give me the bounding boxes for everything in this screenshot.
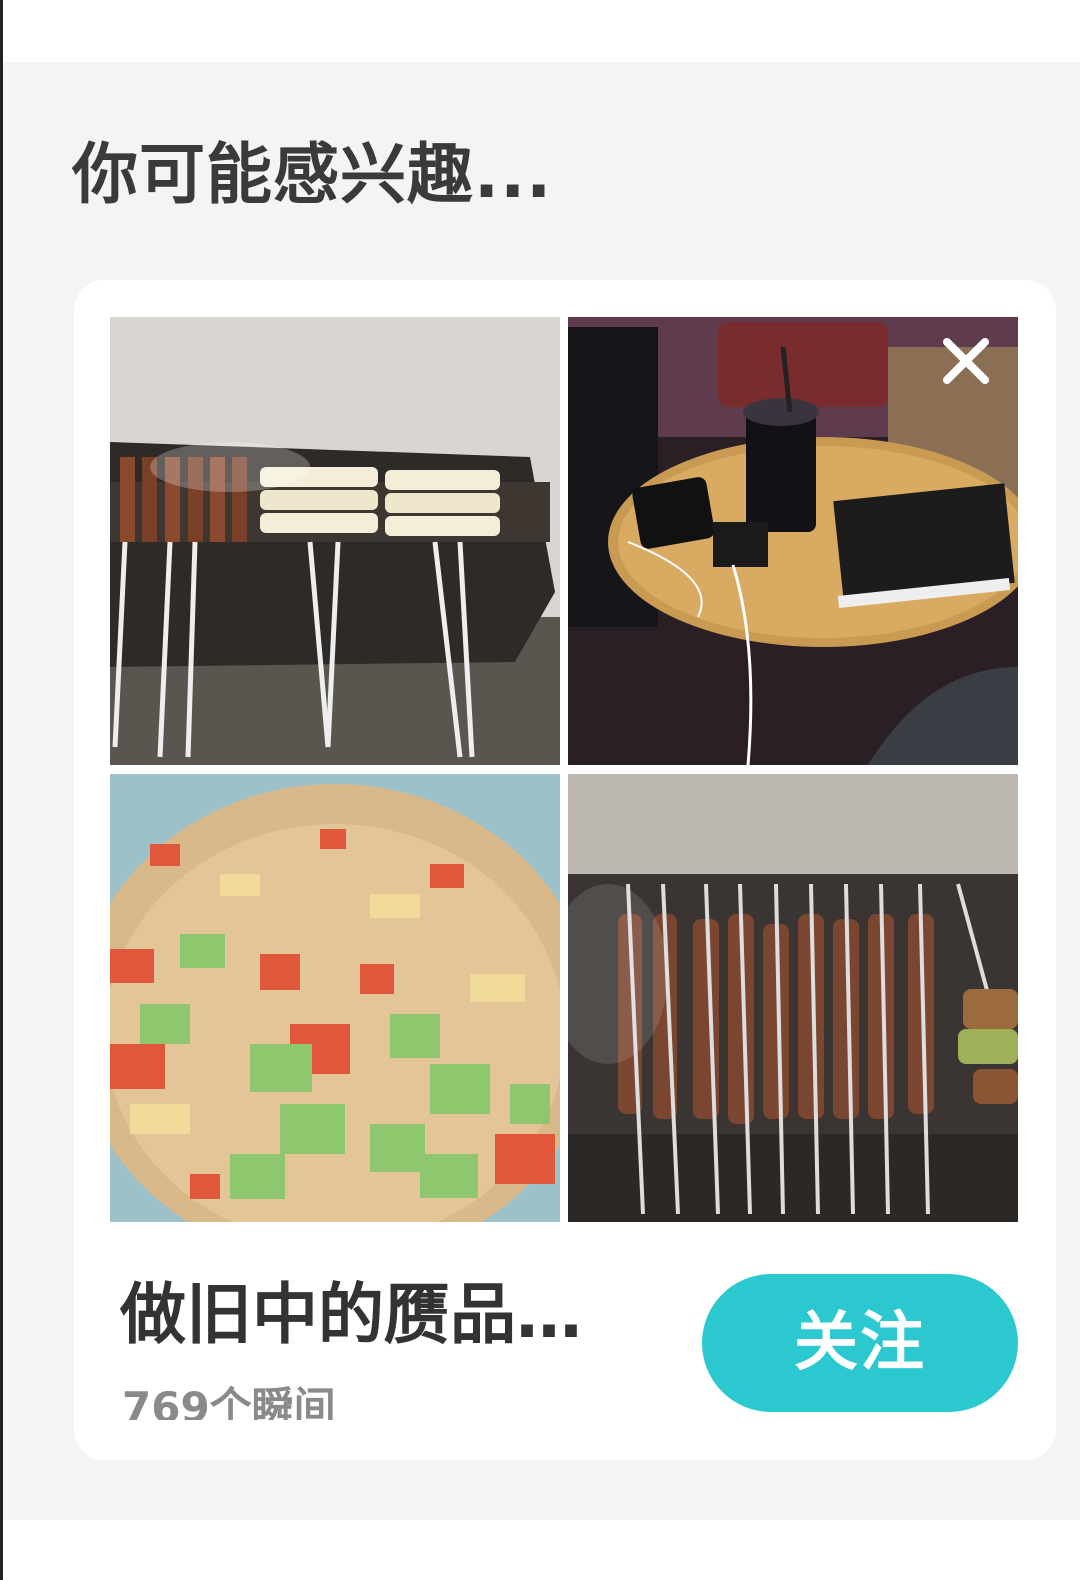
top-strip	[0, 0, 1080, 62]
bbq-skewers-rice-cakes-photo	[110, 317, 560, 765]
section-title: 你可能感兴趣...	[72, 136, 553, 213]
lamb-skewers-grill-photo	[568, 774, 1018, 1222]
close-icon[interactable]	[935, 330, 997, 392]
follow-button[interactable]: 关注	[702, 1274, 1018, 1412]
photo-fried-rice[interactable]	[110, 774, 560, 1222]
photo-lamb-skewers-grill[interactable]	[568, 774, 1018, 1222]
photo-bbq-skewers-rice-cakes[interactable]	[110, 317, 560, 765]
moment-count: 769个瞬间	[122, 1383, 336, 1420]
author-name-label[interactable]: 做旧中的赝品…	[120, 1270, 660, 1360]
fried-rice-photo	[110, 774, 560, 1222]
bottom-strip	[0, 1520, 1080, 1580]
close-icon-glyph	[943, 338, 989, 384]
left-edge-border	[0, 0, 3, 1580]
